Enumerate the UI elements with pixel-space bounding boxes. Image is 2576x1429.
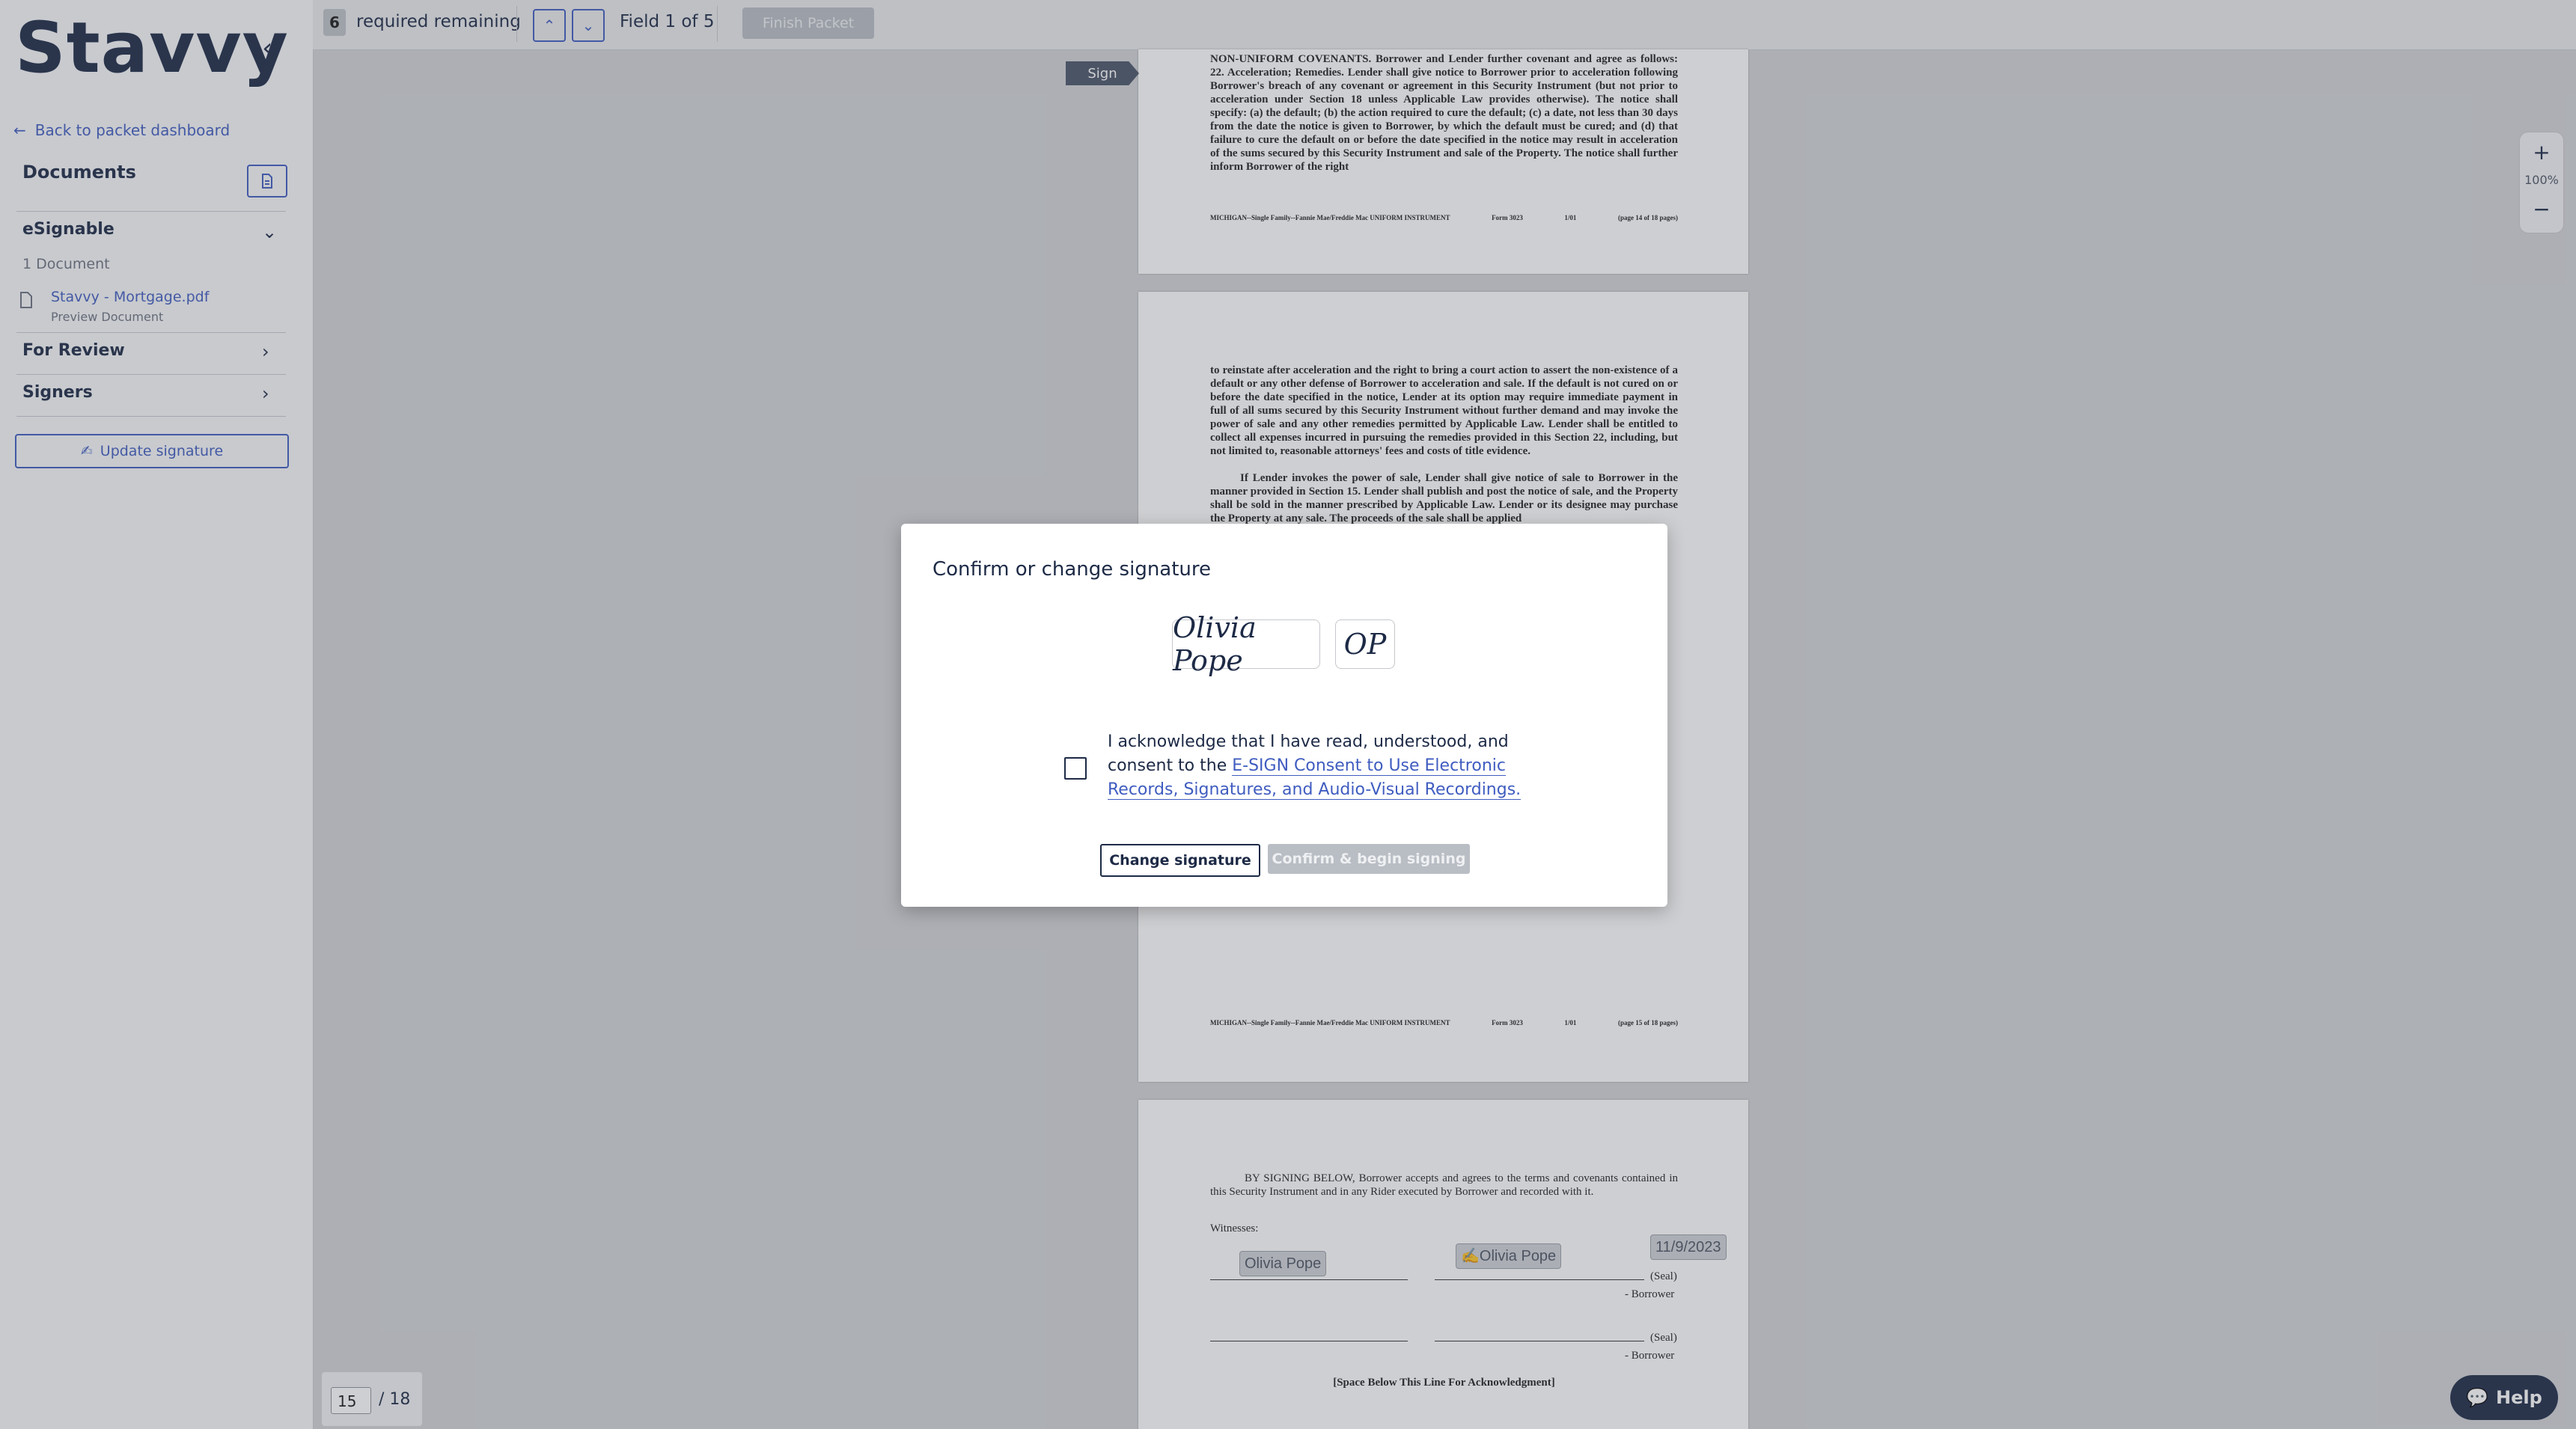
acknowledge-checkbox[interactable] <box>1064 757 1087 780</box>
signature-preview: Olivia Pope <box>1172 611 1320 677</box>
acknowledge-text: I acknowledge that I have read, understo… <box>1108 730 1527 802</box>
confirm-signature-modal: Confirm or change signature Olivia Pope … <box>901 524 1667 907</box>
modal-title: Confirm or change signature <box>933 558 1212 581</box>
confirm-begin-signing-button[interactable]: Confirm & begin signing <box>1268 844 1470 874</box>
initials-preview: OP <box>1335 619 1395 669</box>
change-signature-button[interactable]: Change signature <box>1100 844 1260 877</box>
